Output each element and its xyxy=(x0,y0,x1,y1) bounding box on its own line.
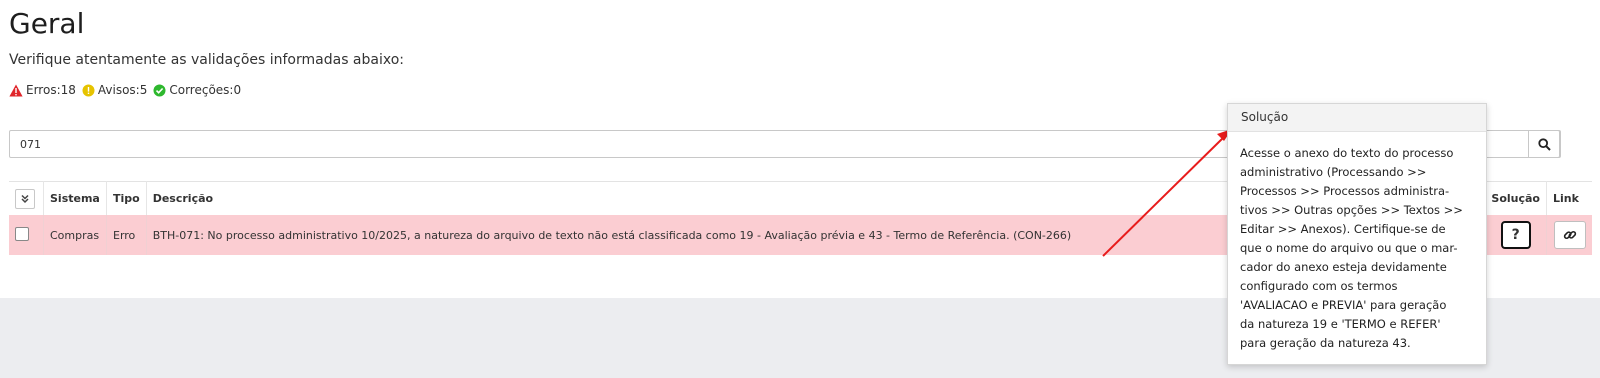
warnings-count: Avisos:5 xyxy=(97,83,148,97)
header-link[interactable]: Link xyxy=(1546,181,1592,215)
errors-counter: Erros:18 xyxy=(9,83,76,97)
errors-count: Erros:18 xyxy=(26,83,76,97)
solution-button[interactable]: ? xyxy=(1500,221,1531,249)
corrections-count: Correções:0 xyxy=(169,83,242,97)
row-select-cell xyxy=(9,215,44,255)
header-solucao[interactable]: Solução xyxy=(1484,181,1547,215)
solution-popover: Solução Acesse o anexo do texto do proce… xyxy=(1227,103,1487,365)
popover-body: Acesse o anexo do texto do processo admi… xyxy=(1240,146,1463,350)
link-icon xyxy=(1563,230,1576,240)
popover-title: Solução xyxy=(1228,104,1486,132)
select-all-header xyxy=(9,181,44,215)
row-tipo: Erro xyxy=(106,215,147,255)
exclamation-circle-icon xyxy=(82,84,95,96)
row-checkbox[interactable] xyxy=(15,226,29,241)
corrections-counter: Correções:0 xyxy=(153,83,241,97)
validation-counters: Erros:18 Avisos:5 Correções:0 xyxy=(9,83,247,97)
double-chevron-down-icon xyxy=(21,194,29,203)
page-title: Geral xyxy=(9,7,85,40)
header-sistema[interactable]: Sistema xyxy=(43,181,107,215)
check-circle-icon xyxy=(153,84,166,96)
row-sistema: Compras xyxy=(43,215,107,255)
warnings-counter: Avisos:5 xyxy=(82,83,147,97)
page-subtitle: Verifique atentamente as validações info… xyxy=(9,52,405,68)
link-button[interactable] xyxy=(1553,221,1586,249)
select-all-button[interactable] xyxy=(15,188,35,209)
search-button[interactable] xyxy=(1528,130,1560,158)
warning-triangle-icon xyxy=(9,84,23,96)
search-icon xyxy=(1537,137,1551,151)
row-link-cell xyxy=(1546,215,1592,255)
header-tipo[interactable]: Tipo xyxy=(106,181,147,215)
row-solucao-cell: ? xyxy=(1484,215,1547,255)
